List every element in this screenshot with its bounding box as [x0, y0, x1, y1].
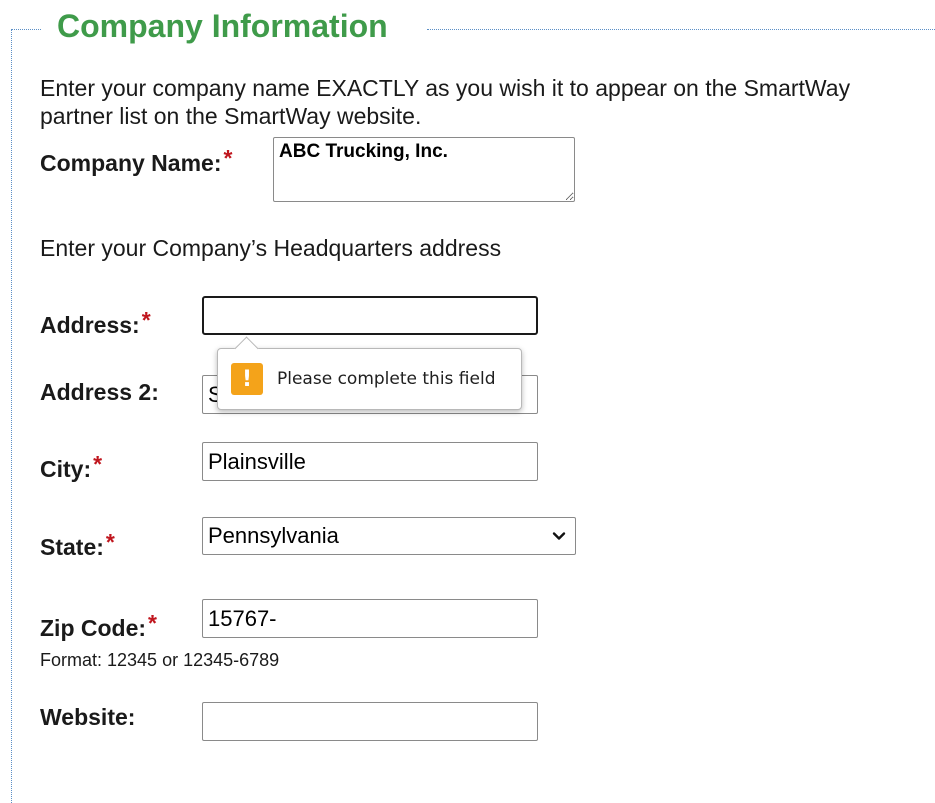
company-name-label: Company Name:* [40, 145, 233, 178]
state-select[interactable]: Pennsylvania [202, 517, 576, 555]
city-label: City:* [40, 451, 103, 484]
company-name-instructions: Enter your company name EXACTLY as you w… [40, 75, 851, 129]
zip-label: Zip Code:* [40, 610, 157, 643]
fieldset-border-top [427, 29, 935, 30]
zip-code-input[interactable] [202, 599, 538, 638]
website-label-text: Website: [40, 704, 136, 730]
tooltip-arrow [234, 336, 259, 361]
city-input[interactable] [202, 442, 538, 481]
company-name-textarea[interactable]: ABC Trucking, Inc. [273, 137, 575, 202]
address-input[interactable] [202, 296, 538, 335]
website-label: Website: [40, 702, 135, 732]
required-marker: * [148, 610, 157, 636]
state-selected-value: Pennsylvania [208, 523, 339, 548]
zip-label-text: Zip Code: [40, 615, 147, 641]
address2-label: Address 2: [40, 377, 159, 407]
fieldset-border-left [11, 29, 12, 803]
hq-address-instructions: Enter your Company’s Headquarters addres… [40, 235, 502, 261]
required-marker: * [105, 529, 115, 555]
required-marker: * [223, 145, 233, 171]
warning-icon: ! [231, 363, 263, 395]
chevron-down-icon [552, 532, 566, 540]
address2-label-text: Address 2: [40, 379, 159, 405]
company-name-label-text: Company Name: [40, 150, 222, 176]
state-label: State:* [40, 529, 115, 562]
website-input[interactable] [202, 702, 538, 741]
city-label-text: City: [40, 456, 92, 482]
address-label: Address:* [40, 307, 151, 340]
validation-tooltip: ! Please complete this field [217, 336, 522, 410]
required-marker: * [93, 451, 103, 477]
required-marker: * [141, 307, 151, 333]
validation-message: Please complete this field [277, 369, 496, 389]
state-label-text: State: [40, 534, 104, 560]
zip-format-hint: Format: 12345 or 12345-6789 [40, 650, 280, 670]
address-label-text: Address: [40, 312, 140, 338]
section-legend: Company Information [57, 8, 388, 44]
fieldset-border-top [11, 29, 41, 30]
